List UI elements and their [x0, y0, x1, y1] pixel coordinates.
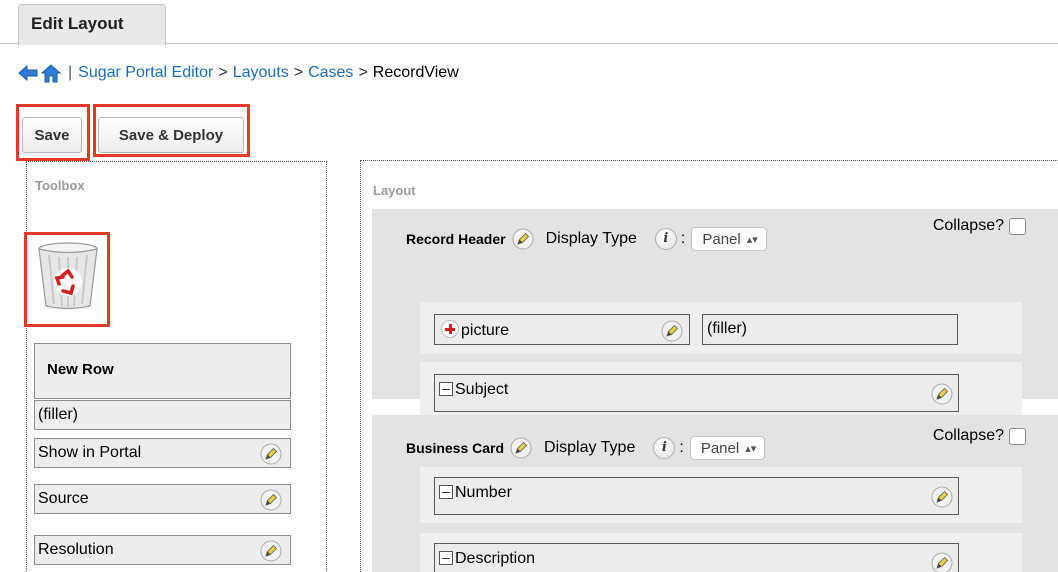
display-type-value: Panel	[702, 230, 741, 248]
breadcrumb-cases[interactable]: Cases	[308, 64, 353, 82]
highlight-save-deploy	[93, 104, 250, 157]
breadcrumb-sugar-portal-editor[interactable]: Sugar Portal Editor	[78, 64, 213, 82]
breadcrumb-arrow: >	[293, 64, 304, 81]
pencil-icon[interactable]	[260, 489, 282, 511]
field-filler[interactable]: (filler)	[702, 314, 958, 345]
breadcrumb-separator: |	[68, 64, 73, 81]
home-icon[interactable]	[40, 63, 62, 83]
pencil-icon[interactable]	[260, 443, 282, 465]
pencil-icon[interactable]	[260, 540, 282, 562]
pencil-icon[interactable]	[931, 486, 953, 508]
field-label: Number	[455, 484, 512, 501]
breadcrumb: | Sugar Portal Editor > Layouts > Cases …	[18, 60, 459, 86]
panel-business-card[interactable]: Business Card Display Type i : Panel ▴▾ …	[372, 415, 1058, 572]
breadcrumb-current: RecordView	[372, 64, 459, 81]
collapse-control: Collapse?	[933, 427, 1026, 445]
display-type-label: Display Type	[544, 439, 636, 456]
colon: :	[679, 439, 684, 456]
select-arrows-icon: ▴▾	[746, 233, 758, 246]
pencil-icon[interactable]	[512, 228, 534, 250]
collapse-control: Collapse?	[933, 217, 1026, 235]
minus-icon[interactable]	[439, 551, 453, 565]
panel-header: Record Header Display Type i : Panel ▴▾	[406, 224, 767, 254]
field-label: picture	[461, 322, 510, 339]
back-arrow-icon[interactable]	[18, 64, 38, 82]
collapse-label: Collapse?	[932, 217, 1004, 234]
minus-icon[interactable]	[439, 485, 453, 499]
panel-title: Record Header	[406, 231, 506, 247]
toolbox-field-label: Show in Portal	[38, 444, 142, 461]
toolbox-field[interactable]: Show in Portal	[34, 438, 291, 468]
layout-row[interactable]: Subject	[420, 362, 1022, 416]
tab-strip: Edit Layout	[0, 0, 1058, 45]
display-type-label: Display Type	[545, 230, 637, 247]
breadcrumb-arrow: >	[218, 64, 228, 81]
layout-panel: Layout Record Header Display Type i : Pa…	[360, 160, 1058, 572]
display-type-value: Panel	[700, 439, 740, 457]
collapse-checkbox[interactable]	[1009, 427, 1026, 445]
filler-item[interactable]: (filler)	[34, 400, 291, 430]
layout-row[interactable]: Number	[420, 467, 1022, 523]
pencil-icon[interactable]	[931, 552, 953, 572]
field-subject[interactable]: Subject	[434, 374, 959, 412]
field-picture[interactable]: picture	[434, 314, 690, 345]
layout-title: Layout	[373, 183, 416, 198]
toolbox-field[interactable]: Resolution	[34, 535, 291, 565]
pencil-icon[interactable]	[661, 320, 683, 342]
layout-row[interactable]: picture (filler)	[420, 302, 1022, 354]
panel-record-header[interactable]: Record Header Display Type i : Panel ▴▾ …	[372, 209, 1058, 416]
layout-row[interactable]: Description	[420, 533, 1022, 572]
collapse-checkbox[interactable]	[1009, 217, 1026, 235]
panel-title: Business Card	[406, 440, 505, 456]
field-label: Subject	[455, 381, 509, 398]
field-label: Description	[455, 550, 536, 567]
info-icon[interactable]: i	[654, 228, 677, 250]
collapse-label: Collapse?	[932, 427, 1004, 444]
field-number[interactable]: Number	[434, 477, 959, 515]
field-description[interactable]: Description	[434, 543, 959, 572]
colon: :	[680, 230, 686, 247]
highlight-recycle-bin	[24, 232, 110, 327]
pencil-icon[interactable]	[931, 383, 953, 405]
info-icon[interactable]: i	[653, 437, 676, 459]
new-row-item[interactable]: New Row	[34, 343, 291, 399]
display-type-select[interactable]: Panel ▴▾	[691, 227, 767, 251]
add-icon[interactable]	[441, 320, 459, 338]
select-arrows-icon: ▴▾	[745, 442, 757, 455]
toolbox-field-label: Source	[38, 490, 89, 507]
minus-icon[interactable]	[439, 382, 453, 396]
breadcrumb-arrow: >	[358, 64, 368, 81]
tab-edit-layout[interactable]: Edit Layout	[18, 4, 166, 45]
toolbox-title: Toolbox	[35, 178, 85, 193]
display-type-select[interactable]: Panel ▴▾	[689, 436, 766, 460]
breadcrumb-layouts[interactable]: Layouts	[233, 64, 289, 82]
toolbox-field-label: Resolution	[38, 541, 114, 558]
pencil-icon[interactable]	[510, 437, 532, 459]
toolbox-field[interactable]: Source	[34, 484, 291, 514]
panel-header: Business Card Display Type i : Panel ▴▾	[406, 433, 766, 463]
toolbox-panel: Toolbox New Row (filler) Show in Portal …	[26, 161, 327, 572]
highlight-save	[16, 104, 90, 161]
